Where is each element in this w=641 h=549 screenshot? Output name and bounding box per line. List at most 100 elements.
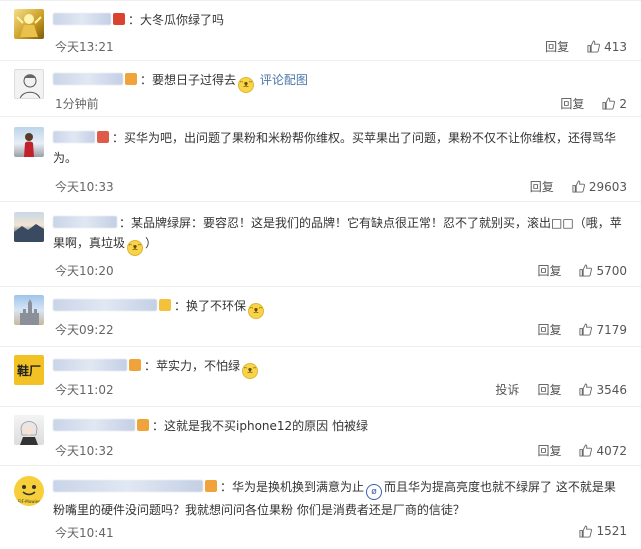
username[interactable] bbox=[53, 299, 157, 311]
comment-actions: 回复 29603 bbox=[530, 178, 627, 195]
comment-item: ：这就是我不买iphone12的原因 怕被绿 今天10:32 回复 4072 bbox=[0, 407, 641, 466]
member-badge-icon bbox=[125, 73, 137, 85]
member-badge-icon bbox=[129, 359, 141, 371]
like-button[interactable]: 4072 bbox=[579, 444, 627, 458]
reply-button[interactable]: 回复 bbox=[537, 262, 561, 279]
comment-item: ：买华为吧，出问题了果粉和米粉帮你维权。买苹果出了问题，果粉不仅不让你维权，还得… bbox=[0, 117, 641, 202]
reply-button[interactable]: 回复 bbox=[537, 321, 561, 338]
comment-time: 今天10:41 bbox=[55, 526, 114, 540]
comment-actions: 回复 2 bbox=[560, 95, 627, 112]
member-badge-icon bbox=[205, 480, 217, 492]
member-badge-icon bbox=[137, 419, 149, 431]
comment-list: ：大冬瓜你绿了吗 今天13:21 回复 413 ：要想日子过得去 ᵔᴥᵔ 评论配图… bbox=[0, 0, 641, 549]
like-button[interactable]: 3546 bbox=[579, 383, 627, 397]
reply-button[interactable]: 回复 bbox=[537, 442, 561, 459]
comment-content: 大冬瓜你绿了吗 bbox=[140, 13, 225, 27]
comment-text: ：华为是换机换到满意为止 ø 而且华为提高亮度也就不绿屏了 这不就是果粉嘴里的硬件没… bbox=[53, 480, 616, 517]
sketch-portrait-icon bbox=[19, 74, 41, 98]
thumbs-up-icon bbox=[572, 180, 585, 193]
username[interactable] bbox=[53, 13, 111, 25]
avatar[interactable] bbox=[14, 212, 44, 242]
member-badge-icon bbox=[113, 13, 125, 25]
comment-text: ：买华为吧，出问题了果粉和米粉帮你维权。买苹果出了问题，果粉不仅不让你维权，还得… bbox=[53, 131, 617, 165]
doge-emoji-icon: ᵔᴥᵔ bbox=[248, 303, 265, 319]
comment-text: ：苹实力，不怕绿 ᵔᴥᵔ bbox=[53, 356, 627, 379]
avatar[interactable] bbox=[14, 415, 44, 445]
username[interactable] bbox=[53, 359, 127, 371]
comment-time: 今天13:21 bbox=[55, 40, 114, 54]
username[interactable] bbox=[53, 419, 135, 431]
comment-text: ：这就是我不买iphone12的原因 怕被绿 bbox=[53, 416, 627, 436]
like-count: 3546 bbox=[596, 382, 627, 397]
report-button[interactable]: 投诉 bbox=[495, 381, 519, 398]
comment-actions: 回复 413 bbox=[545, 38, 627, 55]
like-count: 1521 bbox=[596, 524, 627, 538]
comment-time: 今天10:20 bbox=[55, 264, 114, 278]
thumbs-up-icon bbox=[602, 97, 616, 110]
dizzy-emoji-icon: ø bbox=[366, 484, 383, 500]
thumbs-up-icon bbox=[579, 323, 593, 336]
like-button[interactable]: 2 bbox=[602, 97, 627, 111]
member-badge-icon bbox=[97, 131, 109, 143]
reply-button[interactable]: 回复 bbox=[530, 178, 554, 195]
comment-item: ：某品牌绿屏：要容忍！这是我们的品牌！它有缺点很正常！忍不了就别买，滚出□□（哦… bbox=[0, 202, 641, 287]
like-button[interactable]: 1521 bbox=[579, 524, 627, 538]
like-button[interactable]: 7179 bbox=[579, 323, 627, 337]
like-count: 5700 bbox=[596, 263, 627, 278]
comment-actions: 1521 bbox=[579, 524, 627, 538]
comment-time: 1分钟前 bbox=[55, 97, 99, 111]
username[interactable] bbox=[53, 73, 123, 85]
thumbs-up-icon bbox=[579, 264, 593, 277]
castle-photo-icon bbox=[20, 299, 39, 325]
reply-button[interactable]: 回复 bbox=[545, 38, 569, 55]
anime-character-icon bbox=[20, 421, 38, 445]
comment-image-link[interactable]: 评论配图 bbox=[260, 73, 308, 87]
comment-item: ：大冬瓜你绿了吗 今天13:21 回复 413 bbox=[0, 0, 641, 61]
comment-actions: 回复 7179 bbox=[537, 321, 627, 338]
thumbs-up-icon bbox=[587, 40, 601, 53]
comment-text: ：某品牌绿屏：要容忍！这是我们的品牌！它有缺点很正常！忍不了就别买，滚出□□（哦… bbox=[53, 213, 627, 256]
like-button[interactable]: 5700 bbox=[579, 264, 627, 278]
avatar-caption: EIF-Mowies bbox=[17, 498, 41, 504]
member-badge-icon bbox=[159, 299, 171, 311]
comment-content: 要想日子过得去 bbox=[152, 73, 237, 87]
avatar[interactable] bbox=[14, 127, 44, 157]
thumbs-up-icon bbox=[579, 383, 593, 396]
brand-logo: 鞋厂 bbox=[16, 363, 41, 378]
reply-button[interactable]: 回复 bbox=[537, 381, 561, 398]
comment-time: 今天10:33 bbox=[55, 180, 114, 194]
thumbs-up-icon bbox=[579, 524, 593, 538]
like-count: 413 bbox=[604, 39, 627, 54]
avatar[interactable] bbox=[14, 69, 44, 99]
username[interactable] bbox=[53, 216, 117, 228]
comment-item: ：换了不环保 ᵔᴥᵔ 今天09:22 回复 7179 bbox=[0, 287, 641, 347]
like-count: 29603 bbox=[588, 179, 627, 194]
comment-text: ：大冬瓜你绿了吗 bbox=[53, 10, 627, 30]
emoji-face-icon bbox=[22, 484, 36, 495]
comment-time: 今天09:22 bbox=[55, 323, 114, 337]
avatar[interactable] bbox=[14, 295, 44, 325]
avatar[interactable]: EIF-Mowies bbox=[14, 476, 44, 506]
comment-content: 买华为吧，出问题了果粉和米粉帮你维权。买苹果出了问题，果粉不仅不让你维权，还得骂… bbox=[53, 131, 617, 165]
username[interactable] bbox=[53, 480, 203, 492]
doge-emoji-icon: ᵔᴥᵔ bbox=[238, 77, 255, 93]
comment-content: 华为是换机换到满意为止 bbox=[232, 480, 365, 494]
comment-content: 这就是我不买iphone12的原因 怕被绿 bbox=[164, 419, 368, 433]
comment-item: EIF-Mowies ：华为是换机换到满意为止 ø 而且华为提高亮度也就不绿屏了 这… bbox=[0, 466, 641, 549]
thumbs-up-icon bbox=[579, 444, 593, 457]
like-button[interactable]: 29603 bbox=[572, 180, 627, 194]
reply-button[interactable]: 回复 bbox=[560, 95, 584, 112]
landscape-photo-icon bbox=[14, 224, 44, 242]
avatar[interactable] bbox=[14, 9, 44, 39]
person-photo-icon bbox=[24, 133, 34, 157]
doge-emoji-icon: ᵔᴥᵔ bbox=[127, 240, 144, 256]
comment-item: ：要想日子过得去 ᵔᴥᵔ 评论配图 1分钟前 回复 2 bbox=[0, 61, 641, 117]
comment-time: 今天10:32 bbox=[55, 444, 114, 458]
username[interactable] bbox=[53, 131, 95, 143]
avatar[interactable]: 鞋厂 bbox=[14, 355, 44, 385]
comment-content-tail: ） bbox=[145, 236, 158, 250]
like-count: 7179 bbox=[596, 322, 627, 337]
comment-text: ：要想日子过得去 ᵔᴥᵔ 评论配图 bbox=[53, 70, 627, 93]
like-button[interactable]: 413 bbox=[587, 40, 627, 54]
doge-emoji-icon: ᵔᴥᵔ bbox=[242, 363, 259, 379]
